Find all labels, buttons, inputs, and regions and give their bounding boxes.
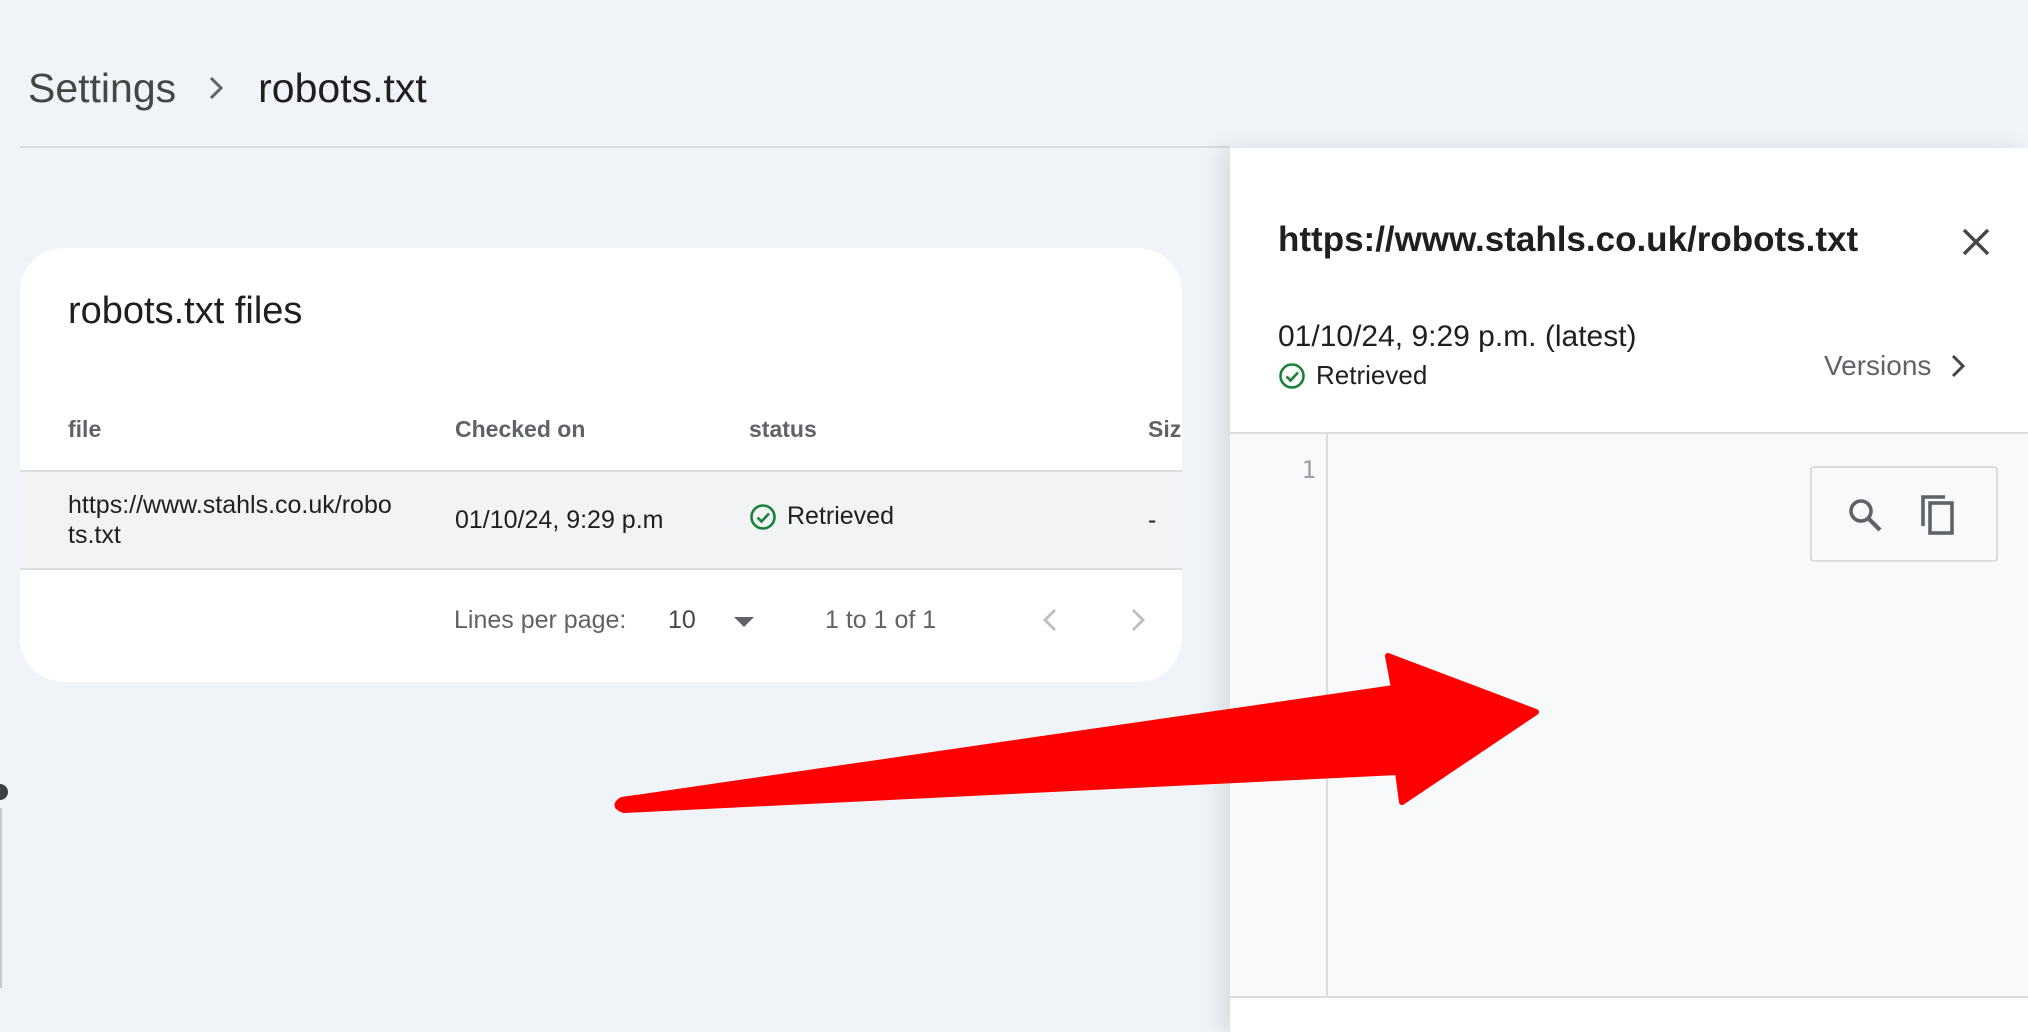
- column-header-file[interactable]: file: [68, 416, 101, 443]
- breadcrumb: Settings robots.txt: [28, 58, 427, 118]
- table-header: file Checked on status Siz: [20, 398, 1182, 472]
- column-header-checked-on[interactable]: Checked on: [455, 416, 585, 443]
- breadcrumb-current-page: robots.txt: [258, 64, 427, 111]
- cell-status: Retrieved: [749, 502, 894, 531]
- robots-files-table: file Checked on status Siz https://www.s…: [20, 398, 1182, 570]
- card-title: robots.txt files: [68, 290, 303, 332]
- line-number: 1: [1301, 456, 1316, 484]
- editor-toolbar: [1810, 466, 1998, 562]
- versions-label: Versions: [1824, 350, 1932, 381]
- search-icon[interactable]: [1842, 492, 1888, 538]
- cell-checked-on: 01/10/24, 9:29 p.m: [455, 506, 664, 534]
- robots-files-card: robots.txt files file Checked on status …: [20, 248, 1182, 682]
- chevron-left-icon[interactable]: [1030, 600, 1070, 640]
- robots-file-viewer[interactable]: 1: [1230, 434, 2028, 996]
- panel-fetch-date: 01/10/24, 9:29 p.m. (latest): [1278, 320, 1637, 353]
- column-header-size[interactable]: Siz: [1148, 416, 1181, 443]
- pagination: Lines per page: 10 1 to 1 of 1: [20, 592, 1182, 652]
- line-number-gutter: 1: [1230, 434, 1328, 996]
- breadcrumb-settings-link[interactable]: Settings: [28, 65, 176, 112]
- copy-icon[interactable]: [1914, 490, 1962, 540]
- cell-status-label: Retrieved: [787, 502, 894, 530]
- check-circle-icon: [750, 503, 776, 530]
- check-circle-icon: [1279, 362, 1305, 389]
- lines-per-page-label: Lines per page:: [454, 606, 627, 634]
- close-icon[interactable]: [1954, 220, 1998, 264]
- panel-title: https://www.stahls.co.uk/robots.txt: [1278, 220, 1859, 259]
- panel-status: Retrieved: [1278, 360, 1427, 391]
- cell-file: https://www.stahls.co.uk/robots.txt: [68, 491, 392, 549]
- panel-status-label: Retrieved: [1316, 360, 1428, 390]
- robots-detail-panel: https://www.stahls.co.uk/robots.txt 01/1…: [1230, 148, 2028, 1032]
- chevron-right-icon: [1952, 354, 1966, 378]
- arrow-drop-down-icon[interactable]: [726, 608, 762, 636]
- pagination-range: 1 to 1 of 1: [825, 606, 937, 634]
- column-header-status[interactable]: status: [749, 416, 817, 443]
- versions-button[interactable]: Versions: [1824, 350, 1967, 382]
- edge-marker: [0, 784, 8, 800]
- cell-size: -: [1148, 506, 1157, 534]
- edge-line: [0, 808, 2, 988]
- chevron-right-icon[interactable]: [1118, 600, 1158, 640]
- panel-bottom-divider: [1230, 996, 2028, 998]
- search-console-robots-page: Settings robots.txt robots.txt files fil…: [0, 0, 2028, 1032]
- chevron-right-icon: [206, 74, 226, 102]
- lines-per-page-select[interactable]: 10: [668, 606, 696, 635]
- table-row[interactable]: https://www.stahls.co.uk/robots.txt 01/1…: [20, 472, 1182, 570]
- header-divider: [20, 146, 1230, 148]
